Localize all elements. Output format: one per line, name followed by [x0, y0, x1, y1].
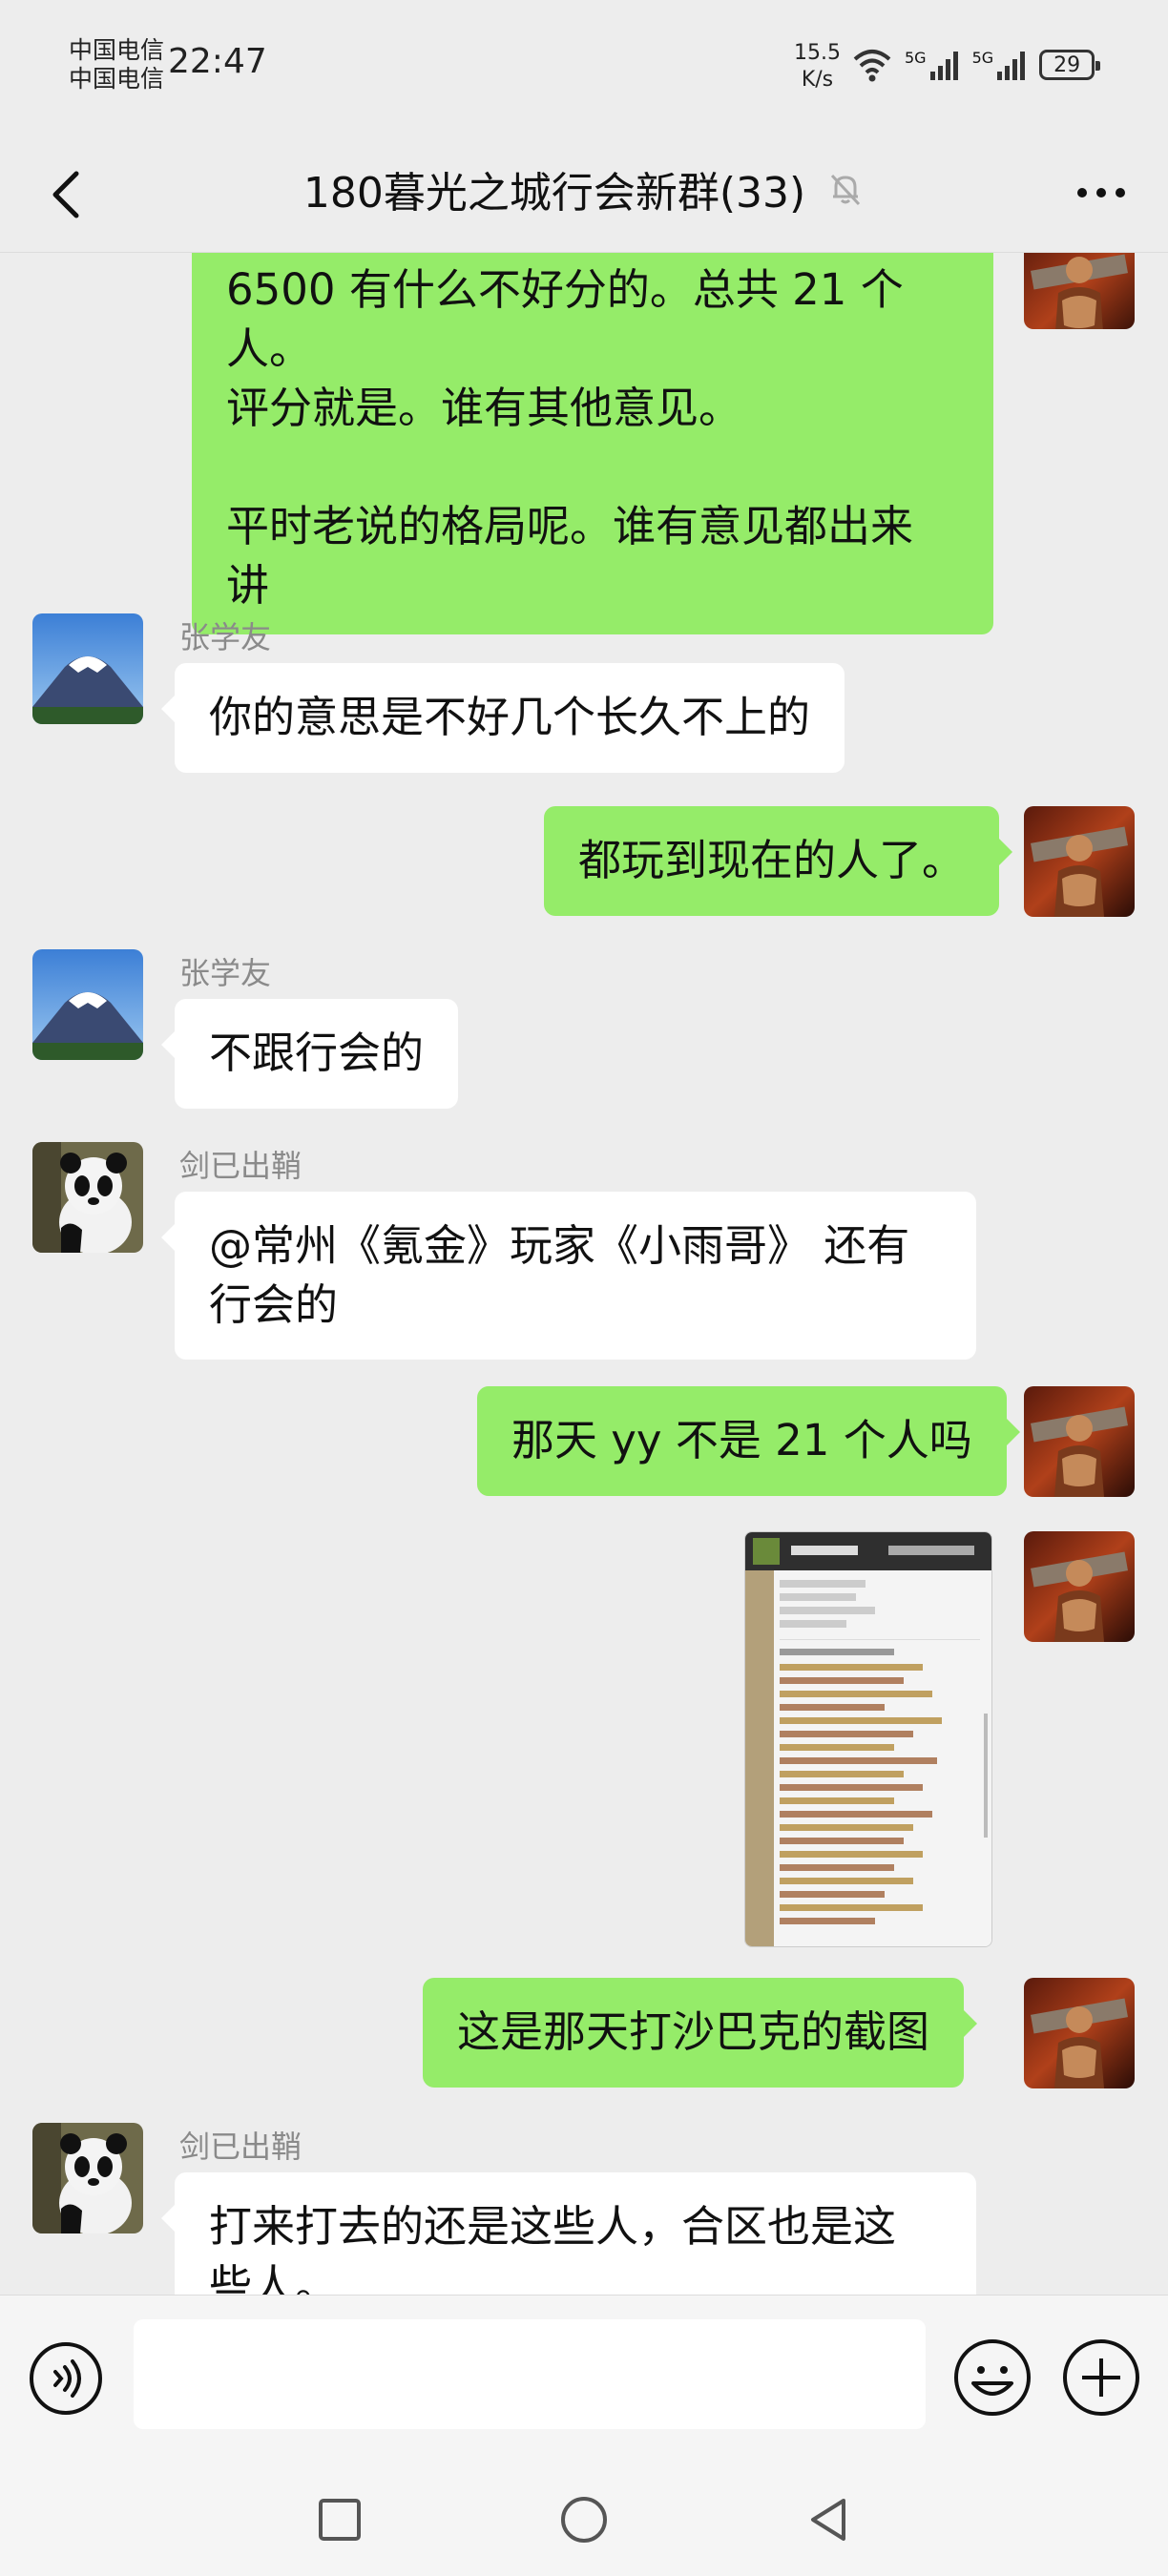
warrior-avatar-image — [1024, 806, 1135, 917]
battery-level: 29 — [1053, 52, 1081, 77]
message-line: @常州《氪金》玩家《小雨哥》 还有 — [209, 1220, 910, 1271]
chat-header: 180暮光之城行会新群(33) — [0, 134, 1168, 253]
message-line: 那天 yy 不是 21 个人吗 — [511, 1415, 972, 1465]
clock: 22:47 — [168, 42, 267, 81]
signal-2: 5G — [972, 49, 1029, 81]
net-speed-unit: K/s — [801, 68, 834, 92]
image-message[interactable] — [744, 1531, 992, 1947]
signal-2-label: 5G — [971, 49, 994, 67]
avatar-self[interactable] — [1024, 806, 1135, 917]
avatar-zhangxueyou[interactable] — [32, 949, 143, 1060]
more-dots-icon[interactable] — [1061, 162, 1141, 223]
avatar-self[interactable] — [1024, 253, 1135, 329]
net-speed: 15.5 K/s — [794, 40, 841, 93]
carrier-1: 中国电信 — [69, 36, 165, 64]
circle-icon[interactable] — [555, 2491, 613, 2548]
message-bubble-incoming[interactable]: 你的意思是不好几个长久不上的 — [160, 663, 845, 773]
carrier-labels: 中国电信 中国电信 — [69, 36, 164, 93]
bell-off-icon — [831, 174, 861, 206]
message-line: 平时老说的格局呢。谁有意见都出来 — [226, 501, 914, 551]
message-bubble-incoming[interactable]: @常州《氪金》玩家《小雨哥》 还有 行会的 — [161, 1192, 976, 1360]
sender-name: 张学友 — [179, 619, 272, 655]
system-nav-bar — [0, 2457, 1168, 2576]
message-input[interactable] — [134, 2319, 926, 2429]
chat-title-row: 180暮光之城行会新群(33) — [0, 158, 1168, 219]
square-icon[interactable] — [311, 2491, 368, 2548]
triangle-back-icon[interactable] — [800, 2491, 857, 2548]
warrior-avatar-image — [1024, 1386, 1135, 1497]
message-bubble-outgoing[interactable]: 都玩到现在的人了。 — [544, 806, 1013, 916]
sender-name: 张学友 — [179, 955, 272, 991]
message-bubble-outgoing[interactable]: 那天 yy 不是 21 个人吗 — [477, 1386, 1020, 1496]
panda-avatar-image — [32, 1142, 143, 1253]
avatar-jianyichuqiao[interactable] — [32, 2123, 143, 2233]
status-bar: 中国电信 中国电信 22:47 15.5 K/s 5G 5G 29 — [0, 0, 1168, 134]
message-line: 些人。 — [209, 2260, 339, 2295]
emoji-icon[interactable] — [952, 2337, 1032, 2418]
message-bubble-incoming[interactable]: 打来打去的还是这些人，合区也是这 些人。 — [161, 2172, 976, 2295]
warrior-avatar-image — [1024, 1978, 1135, 2088]
status-icons: 5G 5G 29 — [851, 44, 1101, 86]
signal-bars-icon — [997, 52, 1026, 80]
avatar-jianyichuqiao[interactable] — [32, 1142, 143, 1253]
voice-icon[interactable] — [29, 2341, 103, 2416]
message-list[interactable]: 6500 有什么不好分的。总共 21 个人。 评分就是。谁有其他意见。 平时老说… — [0, 253, 1168, 2295]
message-line: 你的意思是不好几个长久不上的 — [209, 692, 811, 742]
screenshot-thumbnail — [745, 1532, 991, 1946]
message-line: 不跟行会的 — [209, 1028, 425, 1078]
message-line: 这是那天打沙巴克的截图 — [457, 2006, 930, 2057]
message-line: 都玩到现在的人了。 — [578, 835, 966, 885]
message-line — [226, 438, 959, 497]
wifi-icon — [853, 50, 891, 82]
plus-icon[interactable] — [1061, 2337, 1141, 2418]
message-line: 行会的 — [209, 1279, 339, 1330]
battery-indicator: 29 — [1039, 50, 1101, 80]
message-line: 6500 有什么不好分的。总共 21 个人。 — [226, 264, 904, 374]
warrior-avatar-image — [1024, 1531, 1135, 1642]
sender-name: 剑已出鞘 — [179, 2129, 302, 2165]
avatar-zhangxueyou[interactable] — [32, 613, 143, 724]
avatar-self[interactable] — [1024, 1978, 1135, 2088]
signal-1-label: 5G — [905, 49, 927, 67]
avatar-self[interactable] — [1024, 1531, 1135, 1642]
input-bar — [0, 2295, 1168, 2457]
mountain-avatar-image — [32, 949, 143, 1060]
message-bubble-outgoing[interactable]: 这是那天打沙巴克的截图 — [423, 1978, 978, 2088]
message-line: 讲 — [226, 560, 270, 611]
mountain-avatar-image — [32, 613, 143, 724]
message-line: 评分就是。谁有其他意见。 — [226, 383, 742, 433]
sender-name: 剑已出鞘 — [179, 1148, 302, 1184]
signal-1: 5G — [905, 49, 961, 81]
message-bubble-incoming[interactable]: 不跟行会的 — [160, 999, 459, 1109]
signal-bars-icon — [929, 52, 958, 80]
message-bubble-outgoing[interactable]: 6500 有什么不好分的。总共 21 个人。 评分就是。谁有其他意见。 平时老说… — [192, 253, 993, 634]
carrier-2: 中国电信 — [69, 65, 165, 93]
avatar-self[interactable] — [1024, 1386, 1135, 1497]
warrior-avatar-image — [1024, 253, 1135, 329]
chat-title[interactable]: 180暮光之城行会新群(33) — [303, 158, 805, 219]
message-line: 打来打去的还是这些人，合区也是这 — [209, 2201, 897, 2252]
panda-avatar-image — [32, 2123, 143, 2233]
net-speed-value: 15.5 — [794, 41, 841, 65]
